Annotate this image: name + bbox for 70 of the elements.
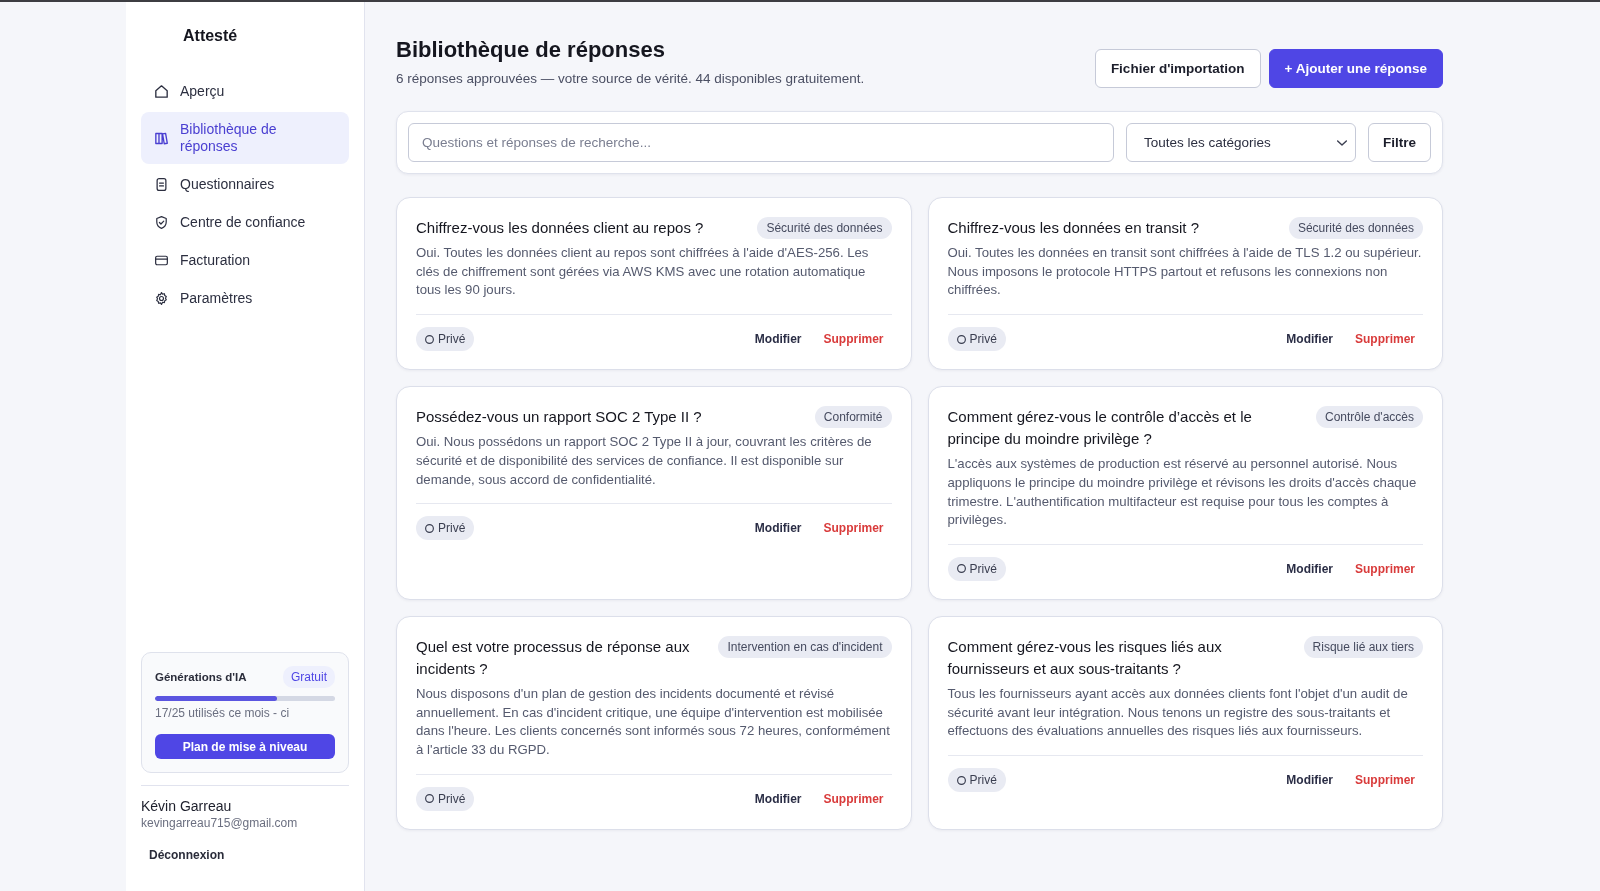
caret-icon bbox=[1337, 139, 1347, 146]
circle-icon bbox=[956, 775, 966, 785]
nav-item[interactable]: Facturation bbox=[141, 243, 349, 278]
answer-text: Nous disposons d'un plan de gestion des incidents documenté et révisé annuellement. En cas d'incident critique, une équipe d'intervention est mobilisée dans l'heure. Les clients concernés sont informés sous 72 heures, conformément à l'article 33 du RGPD. bbox=[416, 684, 891, 760]
filter-button[interactable]: Filtre bbox=[1368, 123, 1431, 162]
privacy-label: Privé bbox=[969, 331, 997, 348]
nav-item[interactable]: Paramètres bbox=[141, 281, 349, 316]
edit-button[interactable]: Modifier bbox=[1278, 556, 1341, 581]
settings-icon bbox=[155, 292, 168, 305]
edit-button[interactable]: Modifier bbox=[746, 327, 810, 352]
delete-button[interactable]: Supprimer bbox=[815, 516, 892, 541]
shield-check-icon bbox=[155, 216, 168, 229]
answer-text: Oui. Nous possédons un rapport SOC 2 Type II à jour, couvrant les critères de sécurité et de disponibilité des services de confiance. Il est disponible sur demande, sous accord de confidentialité. bbox=[416, 433, 873, 489]
category-tag: Risque lié aux tiers bbox=[1303, 635, 1423, 658]
credit-card-icon bbox=[155, 254, 168, 267]
edit-button[interactable]: Modifier bbox=[1278, 327, 1341, 352]
usage-title: Générations d'IA bbox=[155, 671, 247, 683]
privacy-label: Privé bbox=[969, 772, 997, 789]
circle-icon bbox=[425, 794, 434, 804]
question-title: Comment gérez-vous les risques liés aux fournisseurs et aux sous-traitants ? bbox=[947, 636, 1223, 679]
question-title: Comment gérez-vous le contrôle d’accès et le principe du moindre privilège ? bbox=[947, 407, 1253, 450]
circle-icon bbox=[956, 334, 966, 344]
delete-button[interactable]: Supprimer bbox=[815, 327, 892, 352]
search-field[interactable]: Questions et réponses de recherche... bbox=[408, 123, 1114, 162]
privacy-label: Privé bbox=[438, 520, 466, 537]
answer-text: L'accès aux systèmes de production est réservé au personnel autorisé. Nous appliquons le principe du moindre privilège et révisons les droits d'accès chaque trimestre. L'authentification multifacteur est requise pour tous les comptes à privilèges. bbox=[947, 455, 1418, 530]
nav-item[interactable]: Centre de confiance bbox=[141, 205, 349, 240]
usage-text: 17/25 utilisés ce mois - ci bbox=[155, 705, 290, 721]
books-icon bbox=[155, 131, 168, 145]
category-tag: Contrôle d'accès bbox=[1316, 406, 1423, 429]
page-title: Bibliothèque de réponses bbox=[396, 36, 665, 64]
question-title: Chiffrez-vous les données client au repos ? bbox=[416, 218, 705, 238]
circle-icon bbox=[425, 334, 434, 344]
answer-text: Tous les fournisseurs ayant accès aux données clients font l'objet d'un audit de sécurité avant leur intégration. Nous tenons un registre des sous-traitants et effectuons des évaluations annuelles des risques liés aux fournisseurs. bbox=[947, 684, 1409, 741]
document-icon bbox=[155, 178, 168, 191]
circle-icon bbox=[956, 564, 966, 574]
brand-name: Attesté bbox=[183, 26, 238, 46]
delete-button[interactable]: Supprimer bbox=[1347, 768, 1423, 793]
question-title: Quel est votre processus de réponse aux incidents ? bbox=[416, 636, 691, 679]
question-title: Chiffrez-vous les données en transit ? bbox=[947, 218, 1201, 238]
delete-button[interactable]: Supprimer bbox=[1347, 327, 1423, 352]
circle-icon bbox=[425, 523, 434, 533]
nav-item[interactable]: Questionnaires bbox=[141, 167, 349, 202]
plan-badge: Gratuit bbox=[283, 666, 335, 688]
delete-button[interactable]: Supprimer bbox=[1347, 556, 1423, 581]
category-tag: Sécurité des données bbox=[1288, 217, 1423, 239]
user-email: kevingarreau715@gmail.com bbox=[141, 815, 298, 831]
category-select[interactable]: Toutes les catégories bbox=[1126, 123, 1356, 162]
upgrade-button[interactable]: Plan de mise à niveau bbox=[155, 734, 335, 759]
logout-button[interactable]: Déconnexion bbox=[141, 842, 233, 868]
answer-text: Oui. Toutes les données client au repos sont chiffrées à l'aide d'AES-256. Les clés de chiffrement sont gérées via AWS KMS avec une rotation automatique tous les 90 jours. bbox=[416, 244, 870, 300]
category-tag: Conformité bbox=[814, 406, 892, 429]
import-file-button[interactable]: Fichier d'importation bbox=[1094, 49, 1261, 88]
home-icon bbox=[155, 85, 168, 98]
answer-text: Oui. Toutes les données en transit sont chiffrées à l'aide de TLS 1.2 ou supérieur. Nous imposons le protocole HTTPS partout et refusons les connexions non chiffrées. bbox=[947, 244, 1423, 300]
edit-button[interactable]: Modifier bbox=[1278, 768, 1341, 793]
nav-item[interactable]: Aperçu bbox=[141, 74, 349, 109]
category-tag: Intervention en cas d'incident bbox=[718, 635, 892, 658]
privacy-label: Privé bbox=[969, 560, 997, 577]
user-name: Kévin Garreau bbox=[141, 797, 232, 815]
add-answer-button[interactable]: + Ajouter une réponse bbox=[1268, 49, 1443, 88]
category-tag: Sécurité des données bbox=[757, 217, 892, 239]
delete-button[interactable]: Supprimer bbox=[815, 786, 892, 811]
edit-button[interactable]: Modifier bbox=[746, 786, 810, 811]
question-title: Possédez-vous un rapport SOC 2 Type II ? bbox=[416, 407, 703, 428]
privacy-label: Privé bbox=[438, 790, 466, 807]
page-subtitle: 6 réponses approuvées — votre source de vérité. 44 disponibles gratuitement. bbox=[396, 70, 865, 88]
edit-button[interactable]: Modifier bbox=[746, 516, 810, 541]
nav-item[interactable]: Bibliothèque de réponses bbox=[141, 112, 349, 164]
privacy-label: Privé bbox=[438, 331, 466, 348]
